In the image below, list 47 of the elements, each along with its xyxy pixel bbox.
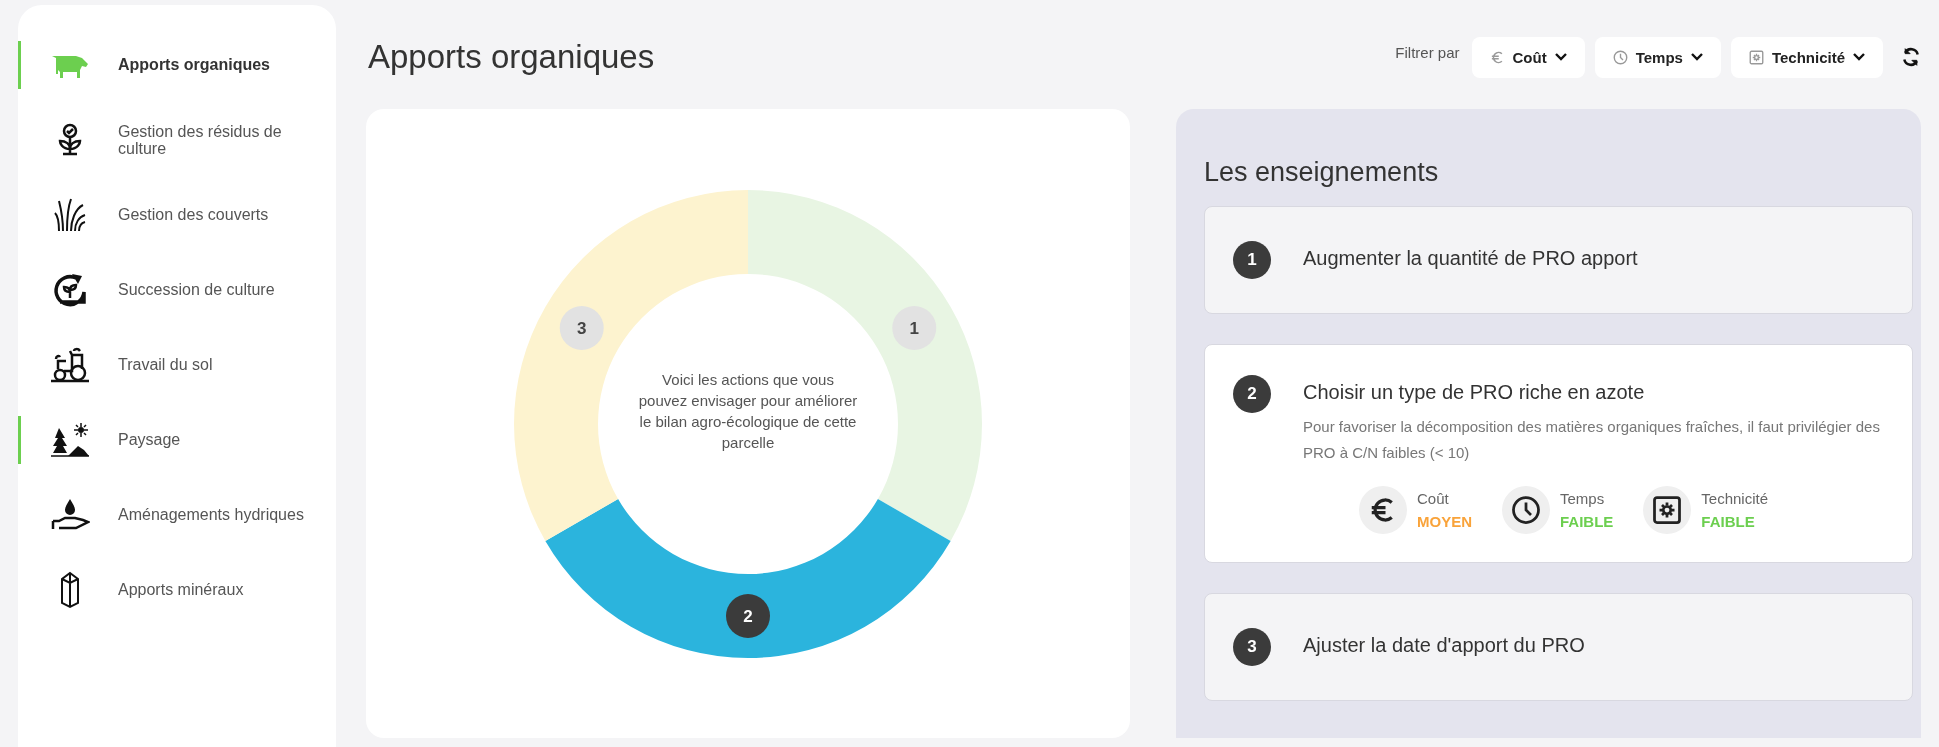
gear-icon	[1652, 495, 1683, 525]
sidebar-item[interactable]: Paysage	[118, 431, 318, 448]
caret-icon	[1554, 53, 1567, 61]
criterion-label: Coût	[1416, 490, 1450, 507]
donut-center-text: Voici les actions que vous pouvez envisager pour améliorer le bilan agro-écologique de cette parcelle	[638, 369, 858, 453]
sidebar-item[interactable]: Gestion des résidus de culture	[118, 122, 318, 157]
sidebar-item[interactable]: Succession de culture	[118, 281, 318, 298]
criterion-label: Technicité	[1701, 490, 1769, 507]
filter-label: Filtrer par	[1395, 43, 1460, 61]
landscape-icon	[49, 421, 90, 458]
sidebar-item[interactable]: Apports minéraux	[118, 581, 318, 598]
sidebar-item[interactable]: Aménagements hydriques	[118, 506, 318, 523]
sidebar-item[interactable]: Travail du sol	[118, 356, 318, 373]
number-badge: 2	[1233, 375, 1271, 413]
sidebar-item[interactable]: Gestion des couverts	[118, 206, 318, 223]
donut-segment[interactable]	[545, 498, 951, 658]
refresh-button[interactable]	[1901, 47, 1921, 67]
euro-icon	[1489, 49, 1505, 65]
clock-icon	[1511, 495, 1541, 525]
criterion-value: FAIBLE	[1560, 513, 1614, 530]
lesson-card[interactable]: 1 Augmenter la quantité de PRO apport	[1204, 206, 1913, 314]
segment-badge[interactable]: 3	[559, 305, 604, 350]
sidebar-item[interactable]: Apports organiques	[118, 56, 318, 73]
criterion-value: FAIBLE	[1701, 513, 1756, 530]
lesson-title: Augmenter la quantité de PRO apport	[1303, 246, 1639, 270]
gear-icon	[1748, 49, 1764, 65]
segment-badge[interactable]: 1	[892, 305, 937, 350]
lesson-title: Ajuster la date d'apport du PRO	[1303, 633, 1586, 657]
lesson-card[interactable]: 2 Choisir un type de PRO riche en azote Pour favoriser la décomposition des matières organiques fraîches, il faut privilégier des PRO à C/N faibles (< 10) Coût MOYEN Temps FAIBLE Technicité FAIBLE	[1204, 344, 1913, 563]
criterion-label: Temps	[1560, 490, 1606, 507]
filter-dropdown[interactable]: Temps	[1594, 36, 1721, 78]
lesson-description: Pour favoriser la décomposition des matières organiques fraîches, il faut privilégier des PRO à C/N faibles (< 10)	[1303, 417, 1881, 463]
lesson-title: Choisir un type de PRO riche en azote	[1303, 380, 1646, 404]
panel-title: Les enseignements	[1204, 157, 1440, 188]
page-title: Apports organiques	[368, 38, 656, 76]
filter-dropdown[interactable]: Coût	[1471, 36, 1585, 78]
lesson-card[interactable]: 3 Ajuster la date d'apport du PRO	[1204, 593, 1913, 701]
caret-icon	[1690, 53, 1703, 61]
tractor-icon	[49, 346, 90, 383]
grass-icon	[52, 196, 87, 233]
number-badge: 1	[1233, 241, 1271, 279]
clock-icon	[1612, 49, 1628, 65]
caret-icon	[1853, 53, 1865, 61]
segment-badge[interactable]: 2	[726, 593, 770, 638]
number-badge: 3	[1233, 628, 1271, 666]
criterion-value: MOYEN	[1416, 513, 1472, 530]
filter-dropdown[interactable]: Technicité	[1730, 36, 1883, 78]
